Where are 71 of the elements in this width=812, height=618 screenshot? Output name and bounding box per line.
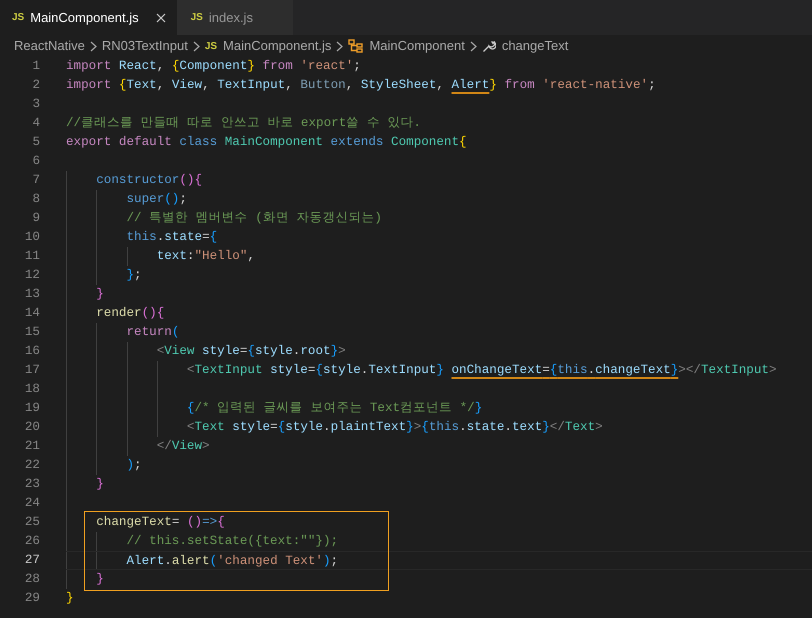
chevron-icon	[470, 40, 477, 52]
chevron-icon	[90, 40, 97, 52]
js-file-icon: JS	[12, 10, 24, 25]
breadcrumb-item[interactable]: MainComponent.js	[223, 36, 332, 56]
code-line: }	[95, 571, 104, 588]
code-line: return(	[125, 324, 180, 341]
line-number: 3	[31, 96, 41, 113]
line-number: 9	[31, 210, 41, 227]
line-number: 17	[24, 362, 41, 379]
breadcrumb-item[interactable]: RN03TextInput	[102, 36, 188, 56]
line-number: 7	[31, 172, 41, 189]
line-number: 15	[24, 324, 41, 341]
line-number: 25	[24, 514, 41, 531]
code-line: </View>	[156, 438, 210, 455]
code-line: };	[125, 267, 142, 284]
line-number: 24	[24, 495, 41, 512]
js-file-icon: JS	[190, 10, 203, 25]
js-file-icon: JS	[204, 38, 218, 54]
code-line: export default class MainComponent extends Component{	[66, 134, 467, 151]
class-icon	[348, 39, 364, 53]
line-number: 20	[24, 419, 41, 436]
code-line: {/* 입력된 글씨를 보여주는 Text컴포넌트 */}	[186, 400, 482, 417]
line-number: 6	[31, 153, 41, 170]
code-line: <TextInput style={style.TextInput} onChangeText={this.changeText}></TextInput>	[186, 362, 777, 379]
line-number: 4	[31, 115, 41, 132]
line-number: 29	[24, 590, 41, 607]
code-line: }	[95, 286, 104, 303]
line-number: 21	[24, 438, 41, 455]
line-number: 14	[24, 305, 41, 322]
line-number: 10	[24, 229, 41, 246]
breadcrumb-item[interactable]: MainComponent	[369, 36, 465, 56]
line-number: 23	[24, 476, 41, 493]
wrench-icon	[482, 39, 496, 53]
code-line: Alert.alert('changed Text');	[125, 553, 338, 570]
code-line: constructor(){	[95, 172, 202, 189]
code-line: text:"Hello",	[156, 248, 255, 265]
line-number: 5	[31, 134, 41, 151]
code-line: }	[66, 590, 74, 607]
breadcrumb-item[interactable]: changeText	[502, 36, 568, 56]
line-number: 18	[24, 381, 41, 398]
code-line: changeText= ()=>{	[95, 514, 225, 531]
line-number: 16	[24, 343, 41, 360]
editor-tab[interactable]: JS MainComponent.js	[0, 0, 177, 35]
line-number: 2	[31, 77, 41, 94]
line-number: 22	[24, 457, 41, 474]
chevron-icon	[336, 40, 344, 52]
code-line: // 특별한 멤버변수 (화면 자동갱신되는)	[125, 210, 382, 227]
code-line: //클래스를 만들때 따로 안쓰고 바로 export쓸 수 있다.	[66, 115, 421, 132]
code-line: super();	[125, 191, 187, 208]
chevron-icon	[192, 40, 200, 52]
line-number: 27	[24, 552, 41, 569]
code-line: import {Text, View, TextInput, Button, StyleSheet, Alert} from 'react-native';	[66, 77, 656, 94]
code-line: import React, {Component} from 'react';	[66, 58, 361, 75]
code-line: }	[95, 476, 104, 493]
line-number: 28	[24, 571, 41, 588]
line-number: 13	[24, 286, 41, 303]
line-number: 1	[31, 58, 41, 75]
code-line: );	[125, 457, 142, 474]
code-line: this.state={	[125, 229, 218, 246]
code-line: render(){	[95, 305, 164, 322]
code-line: <Text style={style.plaintText}>{this.state.text}</Text>	[186, 419, 603, 436]
code-line: // this.setState({text:""});	[125, 533, 338, 550]
line-number: 26	[24, 533, 41, 550]
breadcrumb-item[interactable]: ReactNative	[14, 36, 85, 56]
code-line: <View style={style.root}>	[156, 343, 346, 360]
editor-tab[interactable]: JS index.js	[176, 0, 293, 35]
close-icon[interactable]	[154, 12, 167, 24]
line-number: 12	[24, 267, 41, 284]
line-number: 8	[31, 191, 41, 208]
line-number: 19	[24, 400, 41, 417]
line-number: 11	[24, 248, 41, 265]
